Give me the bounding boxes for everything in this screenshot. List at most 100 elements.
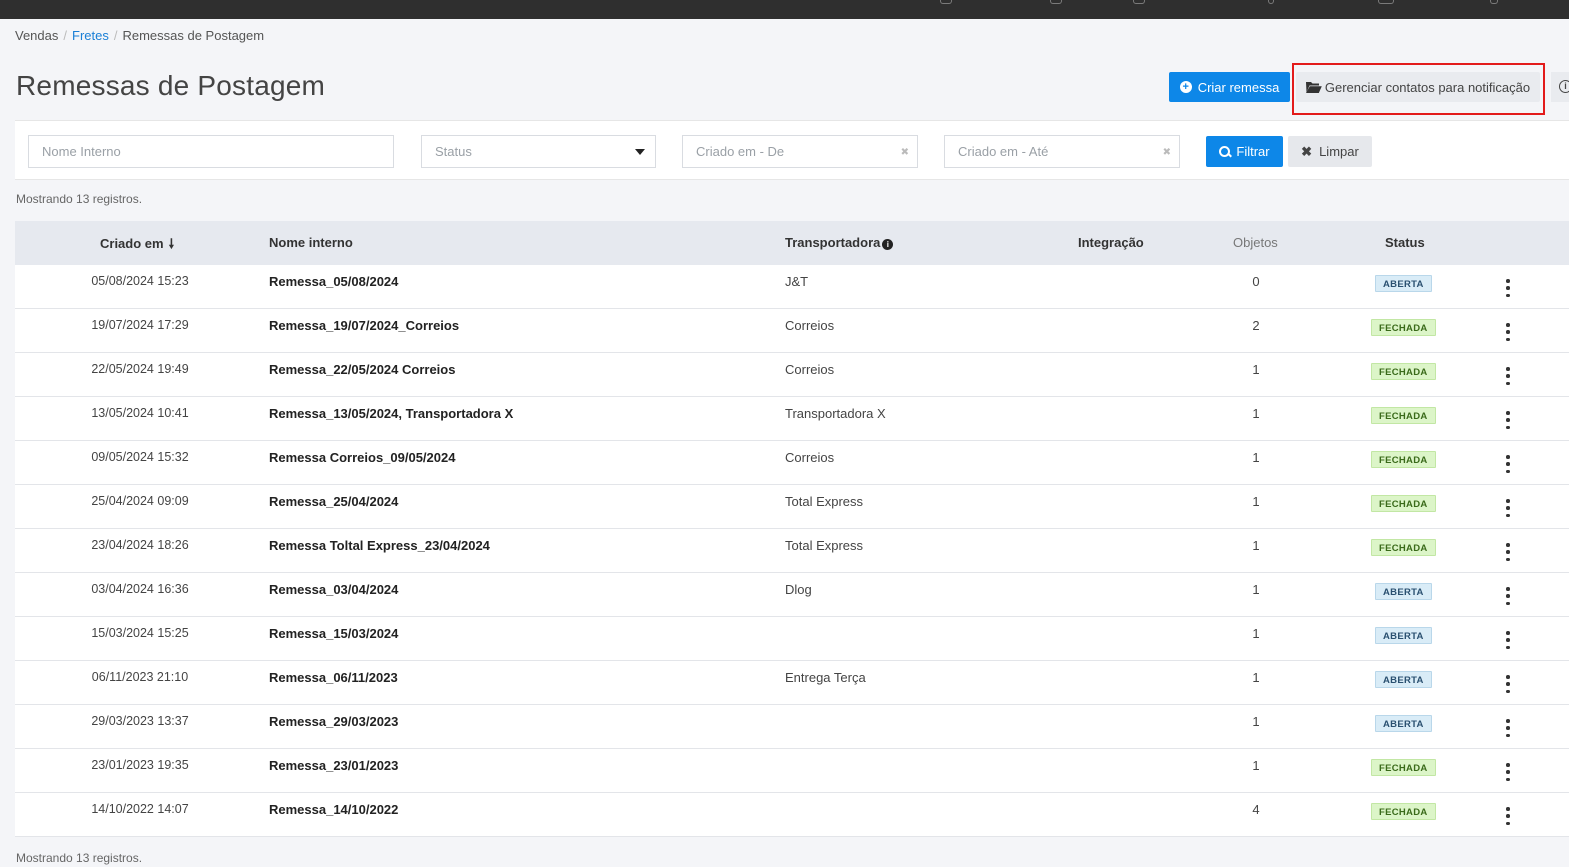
cell-created: 05/08/2024 15:23 [91, 274, 189, 288]
cell-created: 03/04/2024 16:36 [91, 582, 189, 596]
cell-carrier: Correios [785, 318, 835, 333]
cell-internal-name[interactable]: Remessa_15/03/2024 [269, 626, 398, 641]
kebab-menu-icon[interactable] [1501, 763, 1515, 781]
cell-internal-name[interactable]: Remessa_06/11/2023 [269, 670, 398, 685]
navbar-icon[interactable] [1268, 0, 1274, 4]
created-to-input[interactable]: Criado em - Até ✖ [944, 135, 1180, 168]
status-badge: FECHADA [1371, 539, 1436, 556]
header-carrier-label: Transportadora [785, 235, 881, 250]
cell-internal-name[interactable]: Remessa_14/10/2022 [269, 802, 398, 817]
clear-date-icon[interactable]: ✖ [1163, 147, 1171, 158]
header-created-label: Criado em [100, 236, 164, 251]
table-row[interactable]: 22/05/2024 19:49 Remessa_22/05/2024 Corre… [15, 353, 1569, 397]
table-row[interactable]: 19/07/2024 17:29 Remessa_19/07/2024_Corre… [15, 309, 1569, 353]
table-row[interactable]: 06/11/2023 21:10 Remessa_06/11/2023 Entreg… [15, 661, 1569, 705]
kebab-menu-icon[interactable] [1501, 323, 1515, 341]
breadcrumb-separator: / [63, 28, 67, 43]
table-row[interactable]: 13/05/2024 10:41 Remessa_13/05/2024, Tran… [15, 397, 1569, 441]
cell-internal-name[interactable]: Remessa Toltal Express_23/04/2024 [269, 538, 490, 553]
kebab-menu-icon[interactable] [1501, 807, 1515, 825]
cell-internal-name[interactable]: Remessa_19/07/2024_Correios [269, 318, 459, 333]
cell-objects: 1 [1252, 582, 1260, 597]
info-icon: i [1559, 80, 1569, 93]
table-row[interactable]: 29/03/2023 13:37 Remessa_29/03/2023 1 ABERT… [15, 705, 1569, 749]
table-row[interactable]: 23/04/2024 18:26 Remessa Toltal Express_2… [15, 529, 1569, 573]
status-badge: FECHADA [1371, 363, 1436, 380]
cell-carrier: Dlog [785, 582, 812, 597]
navbar-icon[interactable] [940, 0, 952, 4]
header-status[interactable]: Status [1385, 235, 1425, 250]
filter-label: Filtrar [1236, 144, 1270, 159]
kebab-menu-icon[interactable] [1501, 543, 1515, 561]
navbar-icon[interactable] [1050, 0, 1062, 4]
table-row[interactable]: 14/10/2022 14:07 Remessa_14/10/2022 4 FECHA… [15, 793, 1569, 837]
cell-internal-name[interactable]: Remessa Correios_09/05/2024 [269, 450, 455, 465]
kebab-menu-icon[interactable] [1501, 631, 1515, 649]
kebab-menu-icon[interactable] [1501, 279, 1515, 297]
cell-internal-name[interactable]: Remessa_13/05/2024, Transportadora X [269, 406, 513, 421]
records-count-bottom: Mostrando 13 registros. [16, 851, 143, 865]
cell-internal-name[interactable]: Remessa_05/08/2024 [269, 274, 398, 289]
cell-created: 22/05/2024 19:49 [91, 362, 189, 376]
clear-date-icon[interactable]: ✖ [901, 147, 909, 158]
table-row[interactable]: 23/01/2023 19:35 Remessa_23/01/2023 1 FECHA… [15, 749, 1569, 793]
table-row[interactable]: 05/08/2024 15:23 Remessa_05/08/2024 J&T 0 AB… [15, 265, 1569, 309]
table-row[interactable]: 03/04/2024 16:36 Remessa_03/04/2024 Dlog 1 A… [15, 573, 1569, 617]
header-created[interactable]: Criado em 🠗 [100, 235, 174, 257]
status-placeholder: Status [435, 144, 472, 159]
kebab-menu-icon[interactable] [1501, 367, 1515, 385]
header-integration[interactable]: Integração [1078, 235, 1144, 250]
kebab-menu-icon[interactable] [1501, 411, 1515, 429]
navbar-icon[interactable] [1490, 0, 1498, 4]
cell-internal-name[interactable]: Remessa_03/04/2024 [269, 582, 398, 597]
table-body: 05/08/2024 15:23 Remessa_05/08/2024 J&T 0 AB… [15, 265, 1569, 837]
kebab-menu-icon[interactable] [1501, 455, 1515, 473]
manage-notification-contacts-button[interactable]: Gerenciar contatos para notificação [1296, 72, 1540, 102]
cell-objects: 4 [1252, 802, 1260, 817]
navbar-icon[interactable] [1133, 0, 1145, 4]
filter-bar: Nome Interno Status Criado em - De ✖ Cri… [15, 120, 1569, 180]
created-from-input[interactable]: Criado em - De ✖ [682, 135, 918, 168]
status-select[interactable]: Status [421, 135, 656, 168]
cell-objects: 2 [1252, 318, 1260, 333]
table-row[interactable]: 15/03/2024 15:25 Remessa_15/03/2024 1 ABERT… [15, 617, 1569, 661]
breadcrumb-vendas[interactable]: Vendas [15, 28, 58, 43]
status-badge: ABERTA [1375, 583, 1432, 600]
folder-open-icon [1305, 82, 1322, 93]
cell-objects: 1 [1252, 626, 1260, 641]
cell-created: 19/07/2024 17:29 [91, 318, 189, 332]
cell-objects: 1 [1252, 362, 1260, 377]
kebab-menu-icon[interactable] [1501, 499, 1515, 517]
status-badge: ABERTA [1375, 671, 1432, 688]
clear-filters-button[interactable]: ✖ Limpar [1288, 136, 1372, 167]
cell-objects: 1 [1252, 758, 1260, 773]
created-to-placeholder: Criado em - Até [958, 144, 1049, 159]
status-badge: ABERTA [1375, 627, 1432, 644]
cell-carrier: J&T [785, 274, 809, 289]
kebab-menu-icon[interactable] [1501, 587, 1515, 605]
breadcrumb-fretes[interactable]: Fretes [72, 28, 109, 43]
table-row[interactable]: 25/04/2024 09:09 Remessa_25/04/2024 Total … [15, 485, 1569, 529]
info-icon[interactable]: i [882, 239, 894, 250]
status-badge: FECHADA [1371, 495, 1436, 512]
header-carrier[interactable]: Transportadora i [785, 235, 894, 250]
internal-name-input[interactable]: Nome Interno [28, 135, 394, 168]
create-shipment-button[interactable]: + Criar remessa [1169, 72, 1290, 102]
table-header: Criado em 🠗 Nome interno Transportadora i … [15, 221, 1569, 265]
header-internal-name[interactable]: Nome interno [269, 235, 353, 250]
cell-internal-name[interactable]: Remessa_29/03/2023 [269, 714, 398, 729]
filter-button[interactable]: Filtrar [1206, 136, 1283, 167]
table-row[interactable]: 09/05/2024 15:32 Remessa Correios_09/05/2… [15, 441, 1569, 485]
navbar-icon[interactable] [1378, 0, 1394, 4]
header-objects[interactable]: Objetos [1233, 235, 1278, 250]
cell-internal-name[interactable]: Remessa_23/01/2023 [269, 758, 398, 773]
plus-circle-icon: + [1179, 81, 1192, 93]
arrow-down-icon: 🠗 [168, 236, 175, 251]
kebab-menu-icon[interactable] [1501, 675, 1515, 693]
cell-internal-name[interactable]: Remessa_25/04/2024 [269, 494, 398, 509]
kebab-menu-icon[interactable] [1501, 719, 1515, 737]
cell-internal-name[interactable]: Remessa_22/05/2024 Correios [269, 362, 455, 377]
status-badge: FECHADA [1371, 407, 1436, 424]
chevron-down-icon [635, 149, 645, 155]
info-button[interactable]: i [1551, 72, 1569, 102]
